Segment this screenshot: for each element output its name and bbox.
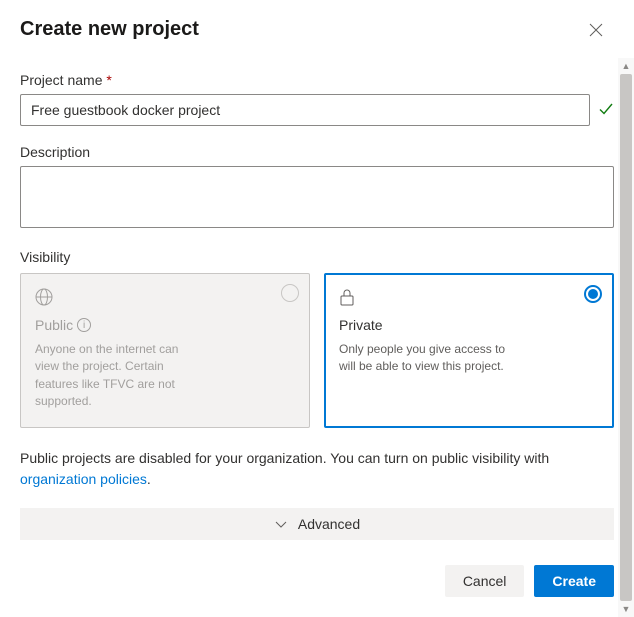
dialog-footer: Cancel Create [20, 545, 614, 597]
notice-text-after: . [147, 471, 151, 487]
project-name-input[interactable] [20, 94, 590, 126]
advanced-label: Advanced [298, 516, 360, 532]
radio-dot [588, 289, 598, 299]
scrollbar[interactable]: ▲ ▼ [618, 58, 634, 617]
public-title-row: Public i [35, 317, 295, 333]
close-button[interactable] [584, 18, 608, 42]
private-desc: Only people you give access to will be a… [339, 341, 509, 376]
lock-icon [339, 288, 599, 309]
description-field: Description [20, 144, 614, 231]
project-name-label: Project name * [20, 72, 614, 88]
visibility-label: Visibility [20, 249, 614, 265]
dialog-header: Create new project [20, 18, 614, 42]
close-icon [588, 22, 604, 38]
create-button[interactable]: Create [534, 565, 614, 597]
advanced-toggle[interactable]: Advanced [20, 508, 614, 540]
radio-public [281, 284, 299, 302]
required-mark: * [106, 72, 111, 88]
notice-text-before: Public projects are disabled for your or… [20, 450, 549, 466]
visibility-options: Public i Anyone on the internet can view… [20, 273, 614, 428]
private-title: Private [339, 317, 599, 333]
visibility-field: Visibility Public i Anyone on the intern… [20, 249, 614, 428]
create-project-dialog: Create new project Project name * Descri… [0, 0, 634, 617]
cancel-button[interactable]: Cancel [445, 565, 525, 597]
chevron-down-icon [274, 517, 288, 531]
public-title: Public [35, 317, 73, 333]
public-disabled-notice: Public projects are disabled for your or… [20, 448, 614, 490]
dialog-title: Create new project [20, 18, 199, 41]
scroll-up-icon[interactable]: ▲ [618, 58, 634, 74]
project-name-field: Project name * [20, 72, 614, 126]
visibility-option-public: Public i Anyone on the internet can view… [20, 273, 310, 428]
visibility-option-private[interactable]: Private Only people you give access to w… [324, 273, 614, 428]
scroll-thumb[interactable] [620, 74, 632, 601]
globe-icon [35, 288, 295, 309]
description-label: Description [20, 144, 614, 160]
radio-private [584, 285, 602, 303]
description-input[interactable] [20, 166, 614, 228]
organization-policies-link[interactable]: organization policies [20, 471, 147, 487]
label-text: Project name [20, 72, 102, 88]
checkmark-icon [598, 101, 614, 120]
info-icon[interactable]: i [77, 318, 91, 332]
scroll-down-icon[interactable]: ▼ [618, 601, 634, 617]
project-name-row [20, 94, 614, 126]
public-desc: Anyone on the internet can view the proj… [35, 341, 205, 411]
